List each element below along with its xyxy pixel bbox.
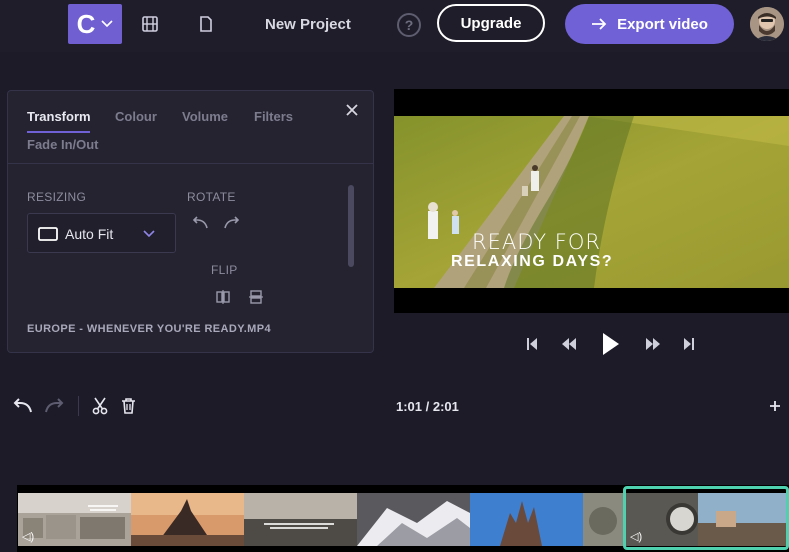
timeline-clip[interactable] [583,493,623,546]
undo-icon[interactable] [11,398,33,414]
panel-scrollbar[interactable] [348,185,354,267]
export-video-button[interactable]: Export video [565,4,734,44]
active-tab-indicator [27,131,90,133]
skip-back-icon[interactable] [526,334,538,354]
clip-thumbnail [583,493,623,546]
clip-thumbnail [244,493,357,546]
clip-thumbnail [131,493,244,546]
timeline-clip[interactable] [357,493,470,546]
file-icon[interactable] [197,15,215,33]
plus-icon[interactable] [769,400,781,412]
timeline-clip[interactable] [131,493,244,546]
tab-colour[interactable]: Colour [115,109,157,124]
help-icon[interactable]: ? [397,13,421,37]
clip-thumbnail [470,493,583,546]
play-icon[interactable] [601,331,621,357]
fast-forward-icon[interactable] [645,334,661,354]
export-video-label: Export video [617,15,708,33]
top-bar: C New Project ? Upgrade Export video [0,0,789,52]
rotate-right-icon[interactable] [223,216,241,230]
scissors-icon[interactable] [92,397,108,415]
avatar-image [750,7,784,41]
brand-logo: C [76,8,96,39]
clip-thumbnail [18,493,131,546]
timeline-clip[interactable]: ◁) [18,493,131,546]
chevron-down-icon [143,230,155,238]
overlay-text-line2: RELAXING DAYS? [451,253,614,270]
tab-fade-in-out[interactable]: Fade In/Out [27,137,99,152]
volume-icon[interactable]: ◁) [22,530,34,543]
clip-thumbnail [357,493,470,546]
timeline-clip[interactable] [470,493,583,546]
redo-icon[interactable] [44,398,66,414]
tab-transform[interactable]: Transform [27,109,91,124]
brand-menu-button[interactable]: C [68,4,122,44]
flip-horizontal-icon[interactable] [215,289,231,305]
skip-forward-icon[interactable] [683,334,695,354]
close-icon[interactable] [346,103,358,121]
flip-vertical-icon[interactable] [248,289,264,305]
resize-value: Auto Fit [65,226,114,242]
toolbar-divider [78,396,79,416]
project-name[interactable]: New Project [265,16,351,33]
flip-label: FLIP [211,263,238,277]
tab-volume[interactable]: Volume [182,109,228,124]
arrow-right-icon [592,18,607,30]
resize-select[interactable]: Auto Fit [27,213,176,253]
tab-filters[interactable]: Filters [254,109,293,124]
divider [8,163,373,164]
screen-icon [38,227,58,241]
rewind-icon[interactable] [561,334,577,354]
avatar[interactable] [750,7,784,41]
edit-panel: Transform Colour Volume Filters Fade In/… [7,90,374,353]
chevron-down-icon [101,20,113,28]
time-display: 1:01 / 2:01 [396,399,459,414]
overlay-text-line1: READY FOR [472,230,601,254]
rotate-label: ROTATE [187,190,236,204]
clip-filename: EUROPE - WHENEVER YOU'RE READY.MP4 [27,323,271,335]
preview-frame: READY FOR RELAXING DAYS? [394,116,789,288]
video-preview[interactable]: READY FOR RELAXING DAYS? [394,89,789,313]
upgrade-button[interactable]: Upgrade [437,4,545,42]
selected-clip-outline [623,486,789,550]
trash-icon[interactable] [121,397,136,415]
resizing-label: RESIZING [27,190,87,204]
rotate-left-icon[interactable] [191,216,209,230]
film-icon[interactable] [141,15,159,33]
timeline-clip[interactable] [244,493,357,546]
